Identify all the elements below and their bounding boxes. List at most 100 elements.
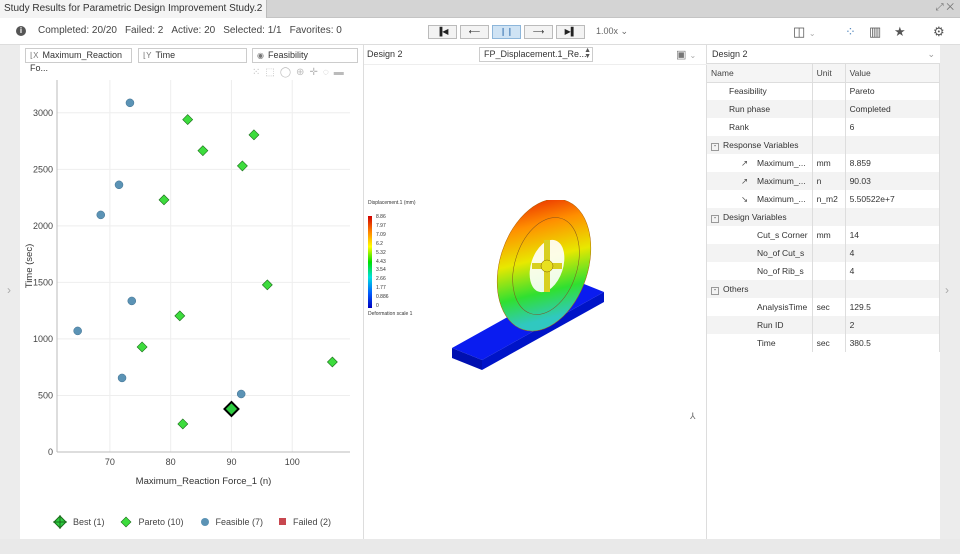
- feasible-point[interactable]: [127, 296, 137, 306]
- table-row[interactable]: ↘ Maximum_... n_m2 5.50522e+7: [707, 190, 941, 208]
- spinner-icon[interactable]: ▲ ▼: [584, 48, 591, 60]
- col-name[interactable]: Name: [707, 64, 813, 83]
- feasible-point[interactable]: [114, 180, 124, 190]
- result-selector[interactable]: FP_Displacement.1_Re... ▲ ▼: [479, 47, 593, 62]
- scatter-plot-icon[interactable]: ⁘: [845, 24, 856, 40]
- table-row[interactable]: - Others: [707, 280, 941, 298]
- row-value: 129.5: [845, 298, 941, 316]
- table-row[interactable]: ↗ Maximum_... mm 8.859: [707, 154, 941, 172]
- y-tick-label: 2000: [33, 221, 53, 231]
- row-unit: mm: [812, 226, 846, 244]
- pareto-point[interactable]: [136, 341, 148, 353]
- row-unit: [812, 118, 846, 136]
- scatter-panel: ⌊X Maximum_Reaction Fo... ⌊Y Time ◉ Feasibi…: [20, 45, 364, 539]
- y-tick-label: 500: [38, 390, 53, 400]
- feasible-point[interactable]: [236, 389, 246, 399]
- minimize-objective-icon: ↗: [741, 158, 749, 168]
- row-value: 5.50522e+7: [845, 190, 941, 208]
- details-header: Design 2 ⌄: [707, 45, 940, 64]
- pareto-point[interactable]: [174, 310, 186, 322]
- pareto-point[interactable]: [197, 145, 209, 157]
- axis-triad-icon: ⅄: [690, 411, 696, 421]
- contour-value: 0: [376, 303, 379, 310]
- columns-icon[interactable]: ▥: [869, 24, 881, 40]
- scatter-chart[interactable]: 70 80 90 100050010001500200025003000Maximum…: [20, 45, 364, 515]
- star-icon[interactable]: ★: [894, 24, 906, 40]
- x-axis-label: Maximum_Reaction Force_1 (n): [136, 476, 272, 487]
- viewer-title: Design 2: [367, 49, 403, 59]
- contour-value: 1.77: [376, 285, 386, 292]
- table-row[interactable]: Time sec 380.5: [707, 334, 941, 352]
- col-value[interactable]: Value: [845, 64, 941, 83]
- row-name: Response Variables: [723, 139, 799, 150]
- legend-label: Pareto (10): [138, 517, 184, 527]
- legend-pareto[interactable]: Pareto (10): [120, 516, 184, 528]
- row-name: Maximum_...: [757, 194, 806, 204]
- status-selected: Selected: 1/1: [223, 25, 282, 36]
- table-row[interactable]: Run ID 2: [707, 316, 941, 334]
- chevron-down-icon[interactable]: ⌄: [927, 49, 935, 60]
- chevron-right-icon[interactable]: ›: [945, 283, 949, 297]
- legend-best[interactable]: Best (1): [52, 515, 104, 529]
- row-name: Maximum_...: [757, 176, 806, 186]
- image-icon[interactable]: ▣ ⌄: [676, 48, 696, 61]
- table-row[interactable]: Run phase Completed: [707, 100, 941, 118]
- table-row[interactable]: Cut_s Corner mm 14: [707, 226, 941, 244]
- table-row[interactable]: ↗ Maximum_... n 90.03: [707, 172, 941, 190]
- feasible-point[interactable]: [73, 326, 82, 336]
- pareto-point[interactable]: [158, 194, 170, 206]
- collapse-icon[interactable]: -: [711, 214, 719, 223]
- contour-value: 0.886: [376, 294, 389, 301]
- contour-value: 8.86: [376, 214, 386, 220]
- legend-feasible[interactable]: Feasible (7): [200, 517, 263, 527]
- pareto-point[interactable]: [248, 129, 260, 141]
- table-row[interactable]: No_of Cut_s 4: [707, 244, 941, 262]
- table-row[interactable]: - Design Variables: [707, 208, 941, 226]
- pause-button[interactable]: ❙❙: [492, 25, 521, 39]
- table-row[interactable]: Rank 6: [707, 118, 941, 136]
- contour-value: 3.54: [376, 267, 386, 274]
- feasible-point[interactable]: [125, 98, 135, 108]
- minimize-objective-icon: ↗: [741, 176, 749, 186]
- row-unit: n: [812, 172, 846, 190]
- legend-failed[interactable]: Failed (2): [279, 517, 331, 527]
- pareto-point[interactable]: [177, 418, 189, 430]
- next-button[interactable]: ⟶: [524, 25, 553, 39]
- row-unit: sec: [812, 298, 846, 316]
- table-row[interactable]: - Response Variables: [707, 136, 941, 154]
- feasible-point[interactable]: [117, 373, 127, 383]
- layout-icon[interactable]: ◫ ⌄: [793, 24, 816, 40]
- table-row[interactable]: Feasibility Pareto: [707, 82, 941, 100]
- y-tick-label: 2500: [33, 164, 53, 174]
- x-tick-label: 80: [166, 457, 176, 467]
- right-collapse-strip[interactable]: ›: [940, 45, 960, 539]
- pareto-point[interactable]: [326, 356, 338, 368]
- collapse-icon[interactable]: -: [711, 142, 719, 151]
- speed-dropdown[interactable]: 1.00x ⌄: [596, 26, 628, 37]
- best-point[interactable]: [223, 400, 240, 418]
- pareto-point[interactable]: [261, 279, 273, 291]
- row-value: Pareto: [845, 82, 941, 100]
- table-row[interactable]: No_of Rib_s 4: [707, 262, 941, 280]
- col-unit[interactable]: Unit: [812, 64, 846, 83]
- first-button[interactable]: ▐◀: [428, 25, 457, 39]
- window-controls[interactable]: ⤢ ✕: [936, 2, 954, 13]
- table-row[interactable]: AnalysisTime sec 129.5: [707, 298, 941, 316]
- row-name: Feasibility: [729, 86, 767, 97]
- left-collapse-strip[interactable]: ›: [0, 45, 20, 539]
- row-name: AnalysisTime: [757, 302, 808, 312]
- y-tick-label: 0: [48, 447, 53, 457]
- chevron-right-icon[interactable]: ›: [7, 283, 11, 297]
- window-tab[interactable]: Study Results for Parametric Design Impr…: [0, 0, 268, 19]
- last-button[interactable]: ▶▌: [556, 25, 585, 39]
- row-unit: [812, 100, 846, 118]
- pareto-point[interactable]: [182, 114, 194, 125]
- wheel-model-render[interactable]: [444, 200, 624, 390]
- row-name: Cut_s Corner: [757, 230, 808, 240]
- gear-icon[interactable]: ⚙: [933, 24, 945, 40]
- collapse-icon[interactable]: -: [711, 286, 719, 295]
- previous-button[interactable]: ⟵: [460, 25, 489, 39]
- viewer-header: Design 2 FP_Displacement.1_Re... ▲ ▼ ▣ ⌄: [364, 45, 707, 65]
- feasible-point[interactable]: [96, 210, 106, 220]
- contour-color-bar: [368, 216, 372, 308]
